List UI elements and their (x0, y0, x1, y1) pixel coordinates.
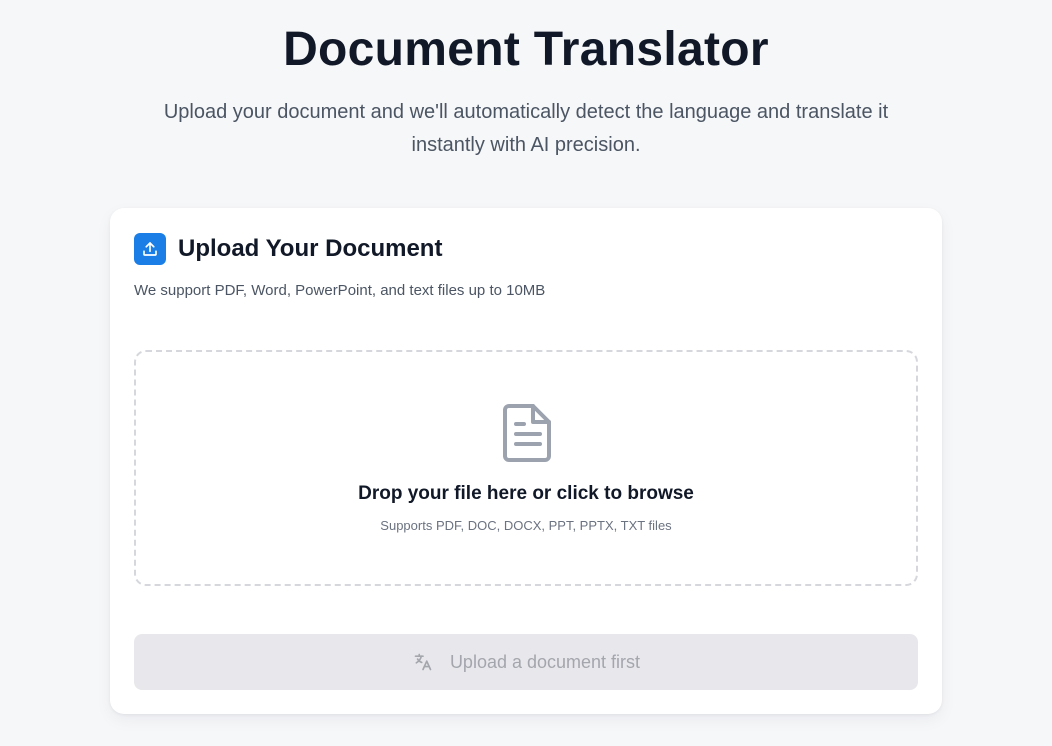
upload-card: Upload Your Document We support PDF, Wor… (110, 208, 942, 714)
dropzone-title: Drop your file here or click to browse (358, 483, 694, 504)
upload-icon (134, 232, 166, 265)
card-title: Upload Your Document (178, 234, 443, 262)
translate-icon (412, 651, 434, 673)
card-description: We support PDF, Word, PowerPoint, and te… (134, 282, 546, 299)
page-subtitle: Upload your document and we'll automatic… (150, 96, 902, 162)
translate-button[interactable]: Upload a document first (134, 634, 918, 690)
document-icon (501, 402, 555, 464)
file-dropzone[interactable]: Drop your file here or click to browse S… (134, 350, 918, 586)
subtitle-line-2: instantly with AI precision. (411, 134, 641, 156)
subtitle-line-1: Upload your document and we'll automatic… (163, 101, 889, 123)
card-header: Upload Your Document (134, 232, 442, 265)
dropzone-hint: Supports PDF, DOC, DOCX, PPT, PPTX, TXT … (380, 518, 672, 533)
page-title: Document Translator (283, 23, 769, 76)
translate-button-label: Upload a document first (449, 651, 641, 672)
